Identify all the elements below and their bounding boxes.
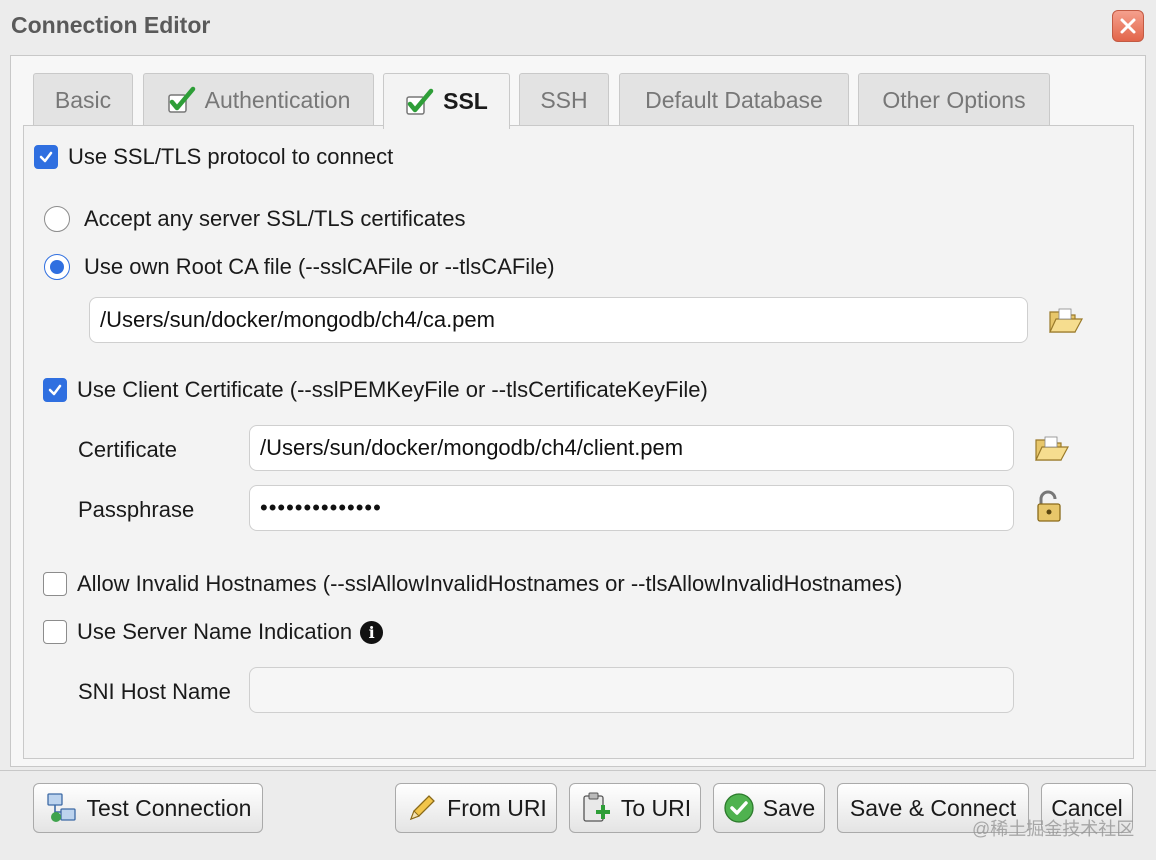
client-cert-label: Use Client Certificate (--sslPEMKeyFile … bbox=[77, 377, 708, 402]
passphrase-input[interactable]: •••••••••••••• bbox=[249, 485, 1014, 531]
ca-file-input[interactable]: /Users/sun/docker/mongodb/ch4/ca.pem bbox=[89, 297, 1028, 343]
folder-open-icon[interactable] bbox=[1047, 304, 1083, 338]
save-button[interactable]: Save bbox=[713, 783, 825, 833]
tab-authentication[interactable]: Authentication bbox=[143, 73, 374, 126]
tab-default-database-label: Default Database bbox=[645, 86, 823, 113]
editor-frame: Basic Authentication SSL SSH Default Dat… bbox=[10, 55, 1146, 767]
window-title: Connection Editor bbox=[11, 12, 211, 38]
info-icon[interactable]: i bbox=[360, 620, 384, 644]
footer-divider bbox=[0, 770, 1156, 771]
title-bar: Connection Editor bbox=[0, 0, 1156, 52]
allow-invalid-checkbox[interactable] bbox=[43, 572, 67, 596]
folder-open-icon[interactable] bbox=[1033, 432, 1069, 466]
tab-authentication-label: Authentication bbox=[204, 86, 351, 113]
checkmark-icon bbox=[406, 88, 434, 115]
accept-any-label: Accept any server SSL/TLS certificates bbox=[84, 206, 466, 231]
client-cert-row[interactable]: Use Client Certificate (--sslPEMKeyFile … bbox=[43, 377, 708, 403]
tab-ssh-label: SSH bbox=[540, 86, 588, 113]
network-test-icon bbox=[46, 793, 76, 822]
check-icon bbox=[39, 151, 53, 163]
allow-invalid-label: Allow Invalid Hostnames (--sslAllowInval… bbox=[77, 571, 903, 596]
sni-host-label: SNI Host Name bbox=[78, 679, 231, 704]
tab-ssh[interactable]: SSH bbox=[519, 73, 609, 126]
accept-any-row[interactable]: Accept any server SSL/TLS certificates bbox=[44, 206, 466, 232]
to-uri-button[interactable]: To URI bbox=[569, 783, 701, 833]
watermark: @稀土掘金技术社区 bbox=[972, 819, 1135, 839]
lock-icon[interactable] bbox=[1031, 490, 1067, 524]
from-uri-label: From URI bbox=[447, 794, 547, 821]
from-uri-button[interactable]: From URI bbox=[395, 783, 557, 833]
to-uri-label: To URI bbox=[620, 794, 692, 821]
tab-ssl[interactable]: SSL bbox=[383, 73, 510, 129]
checkmark-icon bbox=[167, 86, 195, 113]
use-ssl-checkbox[interactable] bbox=[34, 145, 58, 169]
allow-invalid-row[interactable]: Allow Invalid Hostnames (--sslAllowInval… bbox=[43, 571, 902, 597]
client-cert-checkbox[interactable] bbox=[43, 378, 67, 402]
test-connection-button[interactable]: Test Connection bbox=[33, 783, 263, 833]
pencil-icon bbox=[410, 795, 436, 821]
ssl-panel: Use SSL/TLS protocol to connect Accept a… bbox=[23, 125, 1134, 759]
tab-basic[interactable]: Basic bbox=[33, 73, 133, 126]
use-ssl-row[interactable]: Use SSL/TLS protocol to connect bbox=[34, 144, 393, 170]
tab-basic-label: Basic bbox=[54, 86, 112, 113]
sni-label: Use Server Name Indication bbox=[77, 619, 353, 644]
certificate-label: Certificate bbox=[78, 437, 178, 462]
check-icon bbox=[48, 384, 62, 396]
clipboard-add-icon bbox=[583, 792, 610, 822]
sni-checkbox[interactable] bbox=[43, 620, 67, 644]
test-connection-label: Test Connection bbox=[86, 794, 252, 821]
use-ssl-label: Use SSL/TLS protocol to connect bbox=[68, 144, 394, 169]
save-label: Save bbox=[762, 794, 816, 821]
accept-any-radio[interactable] bbox=[44, 206, 70, 232]
own-ca-radio[interactable] bbox=[44, 254, 70, 280]
tab-other-options[interactable]: Other Options bbox=[858, 73, 1050, 126]
tab-default-database[interactable]: Default Database bbox=[619, 73, 849, 126]
tab-other-options-label: Other Options bbox=[882, 86, 1026, 113]
certificate-input[interactable]: /Users/sun/docker/mongodb/ch4/client.pem bbox=[249, 425, 1014, 471]
close-icon bbox=[1120, 18, 1136, 34]
tab-ssl-label: SSL bbox=[443, 88, 488, 114]
passphrase-label: Passphrase bbox=[78, 497, 195, 522]
own-ca-label: Use own Root CA file (--sslCAFile or --t… bbox=[84, 254, 555, 279]
own-ca-row[interactable]: Use own Root CA file (--sslCAFile or --t… bbox=[44, 254, 555, 280]
check-circle-icon bbox=[724, 793, 754, 823]
sni-row[interactable]: Use Server Name Indication i bbox=[43, 619, 384, 645]
close-button[interactable] bbox=[1112, 10, 1144, 42]
sni-host-input[interactable] bbox=[249, 667, 1014, 713]
